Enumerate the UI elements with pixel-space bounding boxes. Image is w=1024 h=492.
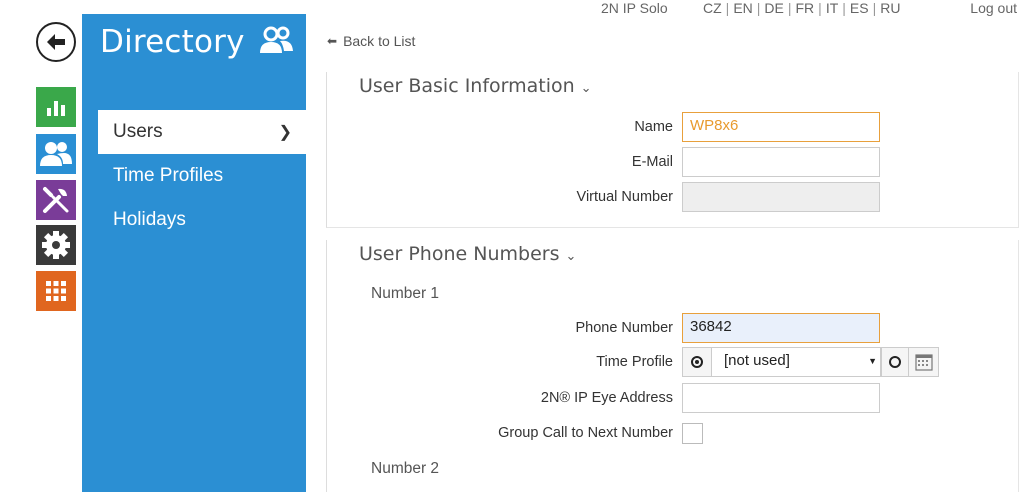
services-module-button[interactable] — [36, 225, 76, 265]
time-profile-control: [not used] ▼ — [682, 347, 940, 377]
module-rail — [0, 0, 82, 492]
number-2-heading: Number 2 — [371, 460, 440, 477]
time-profile-value: [not used] — [724, 352, 790, 369]
nav-item-users[interactable]: Users ❯ — [98, 110, 306, 154]
virtual-number-label: Virtual Number — [576, 189, 673, 205]
directory-nav: Users ❯ Time Profiles Holidays — [82, 110, 306, 242]
time-profile-row: Time Profile [not used] ▼ — [327, 347, 1020, 377]
section-title-label: User Basic Information — [359, 75, 575, 97]
chevron-right-icon: ❯ — [278, 124, 292, 141]
gear-icon — [42, 231, 70, 259]
time-profile-calendar-button[interactable] — [909, 347, 939, 377]
ip-eye-address-input[interactable] — [682, 383, 880, 413]
hardware-module-button[interactable] — [36, 180, 76, 220]
directory-title: Directory — [100, 24, 245, 60]
email-row: E-Mail — [327, 147, 1020, 177]
chevron-down-icon: ⌄ — [580, 81, 592, 96]
back-arrow-icon — [47, 34, 65, 50]
lang-fr[interactable]: FR — [792, 0, 819, 16]
email-input[interactable] — [682, 147, 880, 177]
directory-panel: Directory Users ❯ Time Profiles Holidays — [82, 14, 306, 492]
grid-icon — [46, 281, 66, 301]
status-chart-icon — [47, 101, 65, 116]
nav-item-label: Users — [113, 121, 163, 142]
lang-ru[interactable]: RU — [876, 0, 904, 16]
ip-eye-label: 2N® IP Eye Address — [540, 390, 673, 406]
time-profile-select[interactable]: [not used] ▼ — [712, 347, 881, 377]
group-call-checkbox[interactable] — [682, 423, 703, 444]
nav-item-holidays[interactable]: Holidays — [82, 198, 306, 242]
directory-module-button[interactable] — [36, 134, 76, 174]
lang-it[interactable]: IT — [822, 0, 842, 16]
user-basic-section: User Basic Information ⌄ Name WP8x6 E-Mai… — [326, 72, 1019, 228]
email-label: E-Mail — [631, 154, 673, 170]
ip-eye-row: 2N® IP Eye Address — [327, 383, 1020, 413]
name-label: Name — [634, 119, 673, 135]
lang-en[interactable]: EN — [729, 0, 756, 16]
name-input[interactable]: WP8x6 — [682, 112, 880, 142]
dropdown-arrow-icon: ▼ — [868, 356, 877, 366]
lang-es[interactable]: ES — [846, 0, 873, 16]
group-call-label: Group Call to Next Number — [498, 425, 673, 441]
back-button[interactable] — [36, 22, 76, 62]
time-profile-radio-select[interactable] — [682, 347, 712, 377]
status-module-button[interactable] — [36, 87, 76, 127]
chevron-down-icon: ⌄ — [565, 249, 577, 264]
phone-number-label: Phone Number — [575, 320, 673, 336]
phone-number-row: Phone Number 36842 — [327, 313, 1020, 343]
lang-de[interactable]: DE — [760, 0, 787, 16]
nav-item-label: Holidays — [113, 209, 186, 230]
section-title-basic[interactable]: User Basic Information ⌄ — [359, 75, 592, 97]
users-icon — [260, 26, 293, 53]
section-title-label: User Phone Numbers — [359, 243, 560, 265]
time-profile-radio-custom[interactable] — [881, 347, 909, 377]
logout-link[interactable]: Log out — [970, 0, 1017, 16]
tools-icon — [43, 187, 69, 213]
section-title-phones[interactable]: User Phone Numbers ⌄ — [359, 243, 576, 265]
device-name: 2N IP Solo — [601, 0, 668, 16]
back-to-list-label: Back to List — [343, 33, 416, 49]
users-icon — [40, 142, 72, 166]
virtual-number-row: Virtual Number — [327, 182, 1020, 212]
top-bar: 2N IP Solo CZ | EN | DE | FR | IT | ES | RU Lo… — [306, 0, 1024, 18]
language-selector: CZ | EN | DE | FR | IT | ES | RU — [699, 0, 904, 16]
virtual-number-input[interactable] — [682, 182, 880, 212]
time-profile-label: Time Profile — [596, 354, 673, 370]
radio-selected-icon — [691, 356, 703, 368]
phone-number-input[interactable]: 36842 — [682, 313, 880, 343]
lang-cz[interactable]: CZ — [699, 0, 726, 16]
nav-item-label: Time Profiles — [113, 165, 224, 186]
nav-item-time-profiles[interactable]: Time Profiles — [82, 154, 306, 198]
user-phone-section: User Phone Numbers ⌄ Number 1 Phone Numbe… — [326, 240, 1019, 492]
back-arrow-icon: ⬅ — [327, 34, 338, 48]
name-row: Name WP8x6 — [327, 112, 1020, 142]
calendar-icon — [914, 354, 933, 371]
number-1-heading: Number 1 — [371, 285, 440, 302]
back-to-list-link[interactable]: ⬅ Back to List — [327, 33, 415, 49]
group-call-row: Group Call to Next Number — [327, 418, 1020, 448]
system-module-button[interactable] — [36, 271, 76, 311]
radio-unselected-icon — [889, 356, 901, 368]
